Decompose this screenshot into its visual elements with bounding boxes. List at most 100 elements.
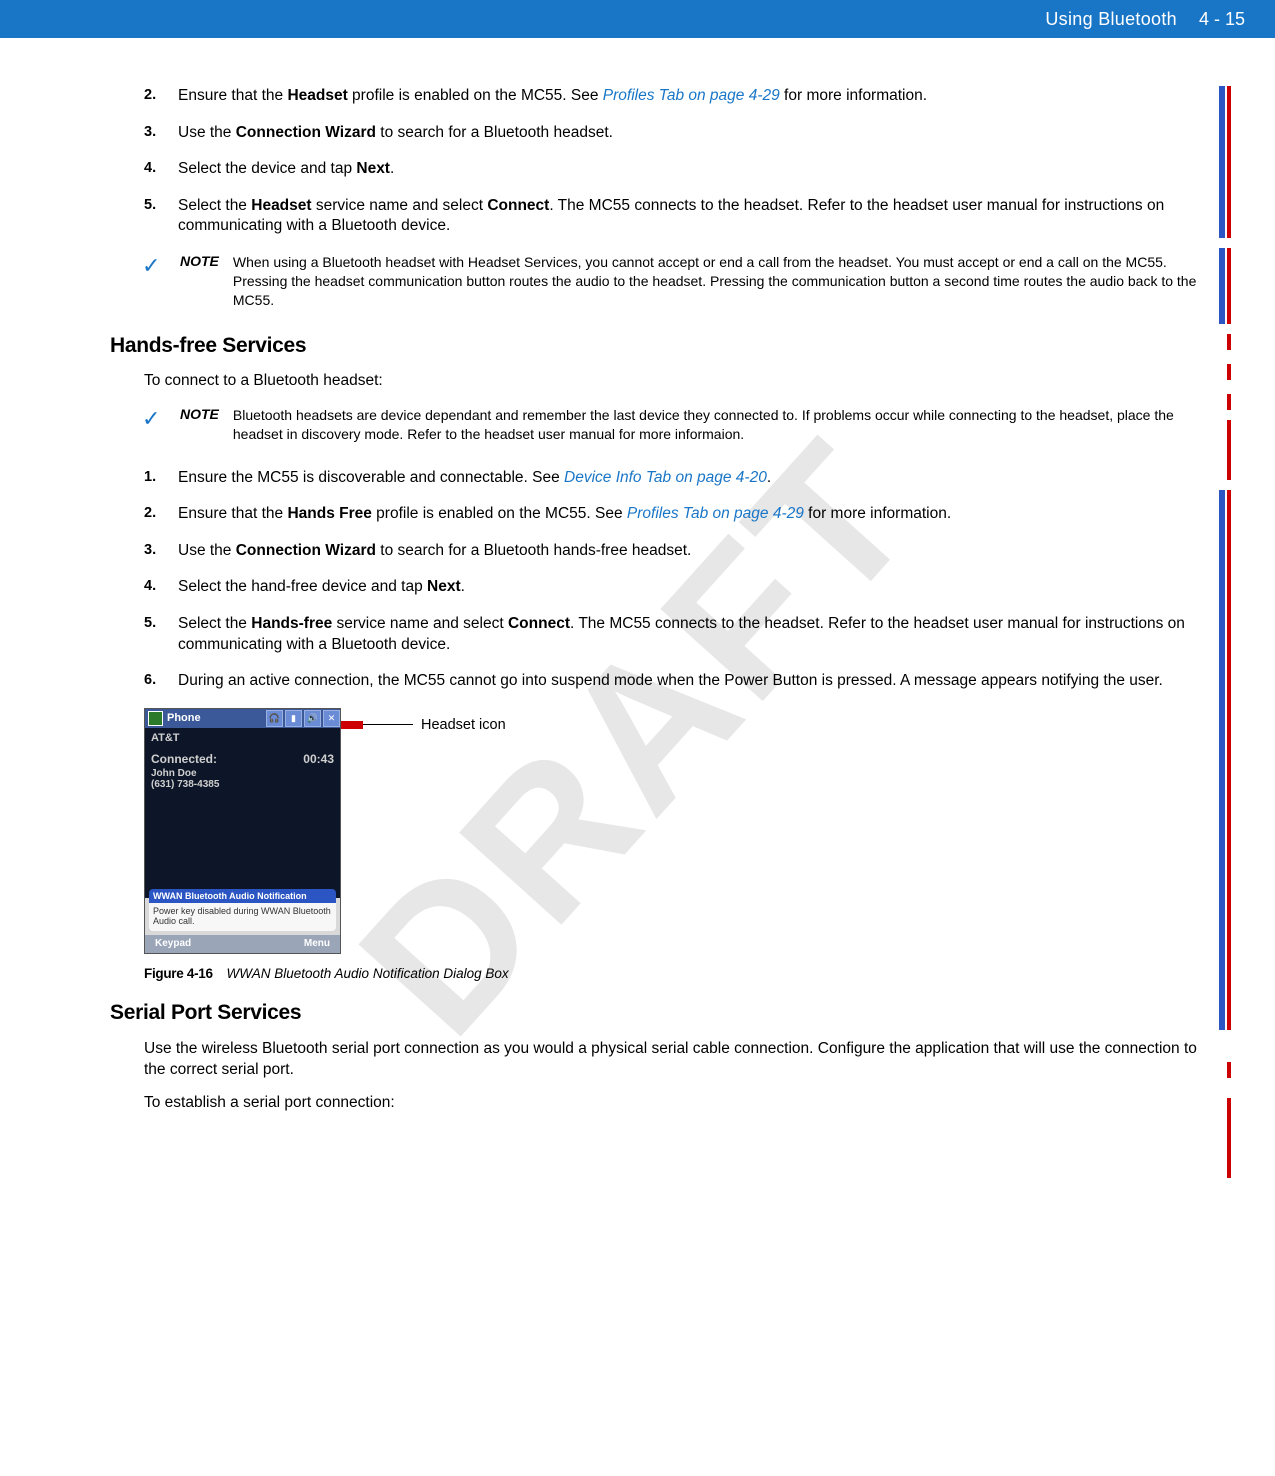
cross-reference-link[interactable]: Device Info Tab on page 4-20 <box>564 469 767 486</box>
step-number: 2. <box>144 86 178 107</box>
windows-icon <box>148 711 163 726</box>
step-body: Ensure the MC55 is discoverable and conn… <box>178 468 1213 489</box>
volume-icon: 🔊 <box>304 710 321 727</box>
notification-popup: WWAN Bluetooth Audio Notification Power … <box>149 889 336 931</box>
revision-bar <box>1227 248 1231 324</box>
revision-bar <box>1219 248 1225 324</box>
step-item: 4.Select the hand-free device and tap Ne… <box>144 577 1213 598</box>
caller-name: John Doe <box>151 768 334 779</box>
check-icon: ✓ <box>142 253 180 310</box>
signal-icon: ▮ <box>285 710 302 727</box>
cross-reference-link[interactable]: Profiles Tab on page 4-29 <box>627 505 804 522</box>
text-run: Select the hand-free device and tap <box>178 578 427 595</box>
figure-title: WWAN Bluetooth Audio Notification Dialog… <box>227 966 509 981</box>
text-run: During an active connection, the MC55 ca… <box>178 672 1163 689</box>
revision-bar <box>1227 420 1231 480</box>
step-number: 3. <box>144 541 178 562</box>
revision-bar <box>1227 394 1231 410</box>
intro-text: To connect to a Bluetooth headset: <box>144 372 1213 390</box>
text-run: service name and select <box>332 615 508 632</box>
bold-text: Headset <box>287 87 347 104</box>
bold-text: Next <box>427 578 461 595</box>
step-number: 5. <box>144 614 178 655</box>
revision-bar <box>1227 334 1231 350</box>
step-number: 3. <box>144 123 178 144</box>
text-run: profile is enabled on the MC55. See <box>348 87 603 104</box>
text-run: Ensure the MC55 is discoverable and conn… <box>178 469 564 486</box>
figure-caption: Figure 4-16 WWAN Bluetooth Audio Notific… <box>144 966 1213 981</box>
text-run: . <box>767 469 771 486</box>
step-body: Select the hand-free device and tap Next… <box>178 577 1213 598</box>
step-item: 4.Select the device and tap Next. <box>144 159 1213 180</box>
bold-text: Connection Wizard <box>236 124 376 141</box>
revision-bar <box>1219 490 1225 1030</box>
step-number: 6. <box>144 671 178 692</box>
step-body: Select the Headset service name and sele… <box>178 196 1213 237</box>
paragraph: To establish a serial port connection: <box>144 1093 1213 1114</box>
step-body: Select the device and tap Next. <box>178 159 1213 180</box>
step-number: 5. <box>144 196 178 237</box>
text-run: to search for a Bluetooth headset. <box>376 124 613 141</box>
screenshot-titlebar: Phone 🎧 ▮ 🔊 ✕ <box>145 709 340 728</box>
bold-text: Connect <box>487 197 549 214</box>
headset-icon: 🎧 <box>266 710 283 727</box>
text-run: Select the <box>178 197 251 214</box>
check-icon: ✓ <box>142 406 180 444</box>
step-body: Use the Connection Wizard to search for … <box>178 123 1213 144</box>
step-number: 1. <box>144 468 178 489</box>
note-label: NOTE <box>180 253 219 310</box>
screenshot-body: AT&T Connected: 00:43 John Doe (631) 738… <box>145 728 340 898</box>
revision-bar <box>1227 86 1231 238</box>
bold-text: Hands-free <box>251 615 332 632</box>
revision-bar <box>1227 1062 1231 1078</box>
close-icon: ✕ <box>323 710 340 727</box>
notification-header: WWAN Bluetooth Audio Notification <box>149 889 336 903</box>
text-run: Use the <box>178 124 236 141</box>
figure-callout: Headset icon <box>341 717 506 733</box>
steps-list-hands-free: 1.Ensure the MC55 is discoverable and co… <box>144 468 1213 692</box>
revision-bar <box>1227 1098 1231 1178</box>
note-block: ✓ NOTE Bluetooth headsets are device dep… <box>142 406 1213 444</box>
step-item: 2.Ensure that the Hands Free profile is … <box>144 504 1213 525</box>
text-run: Ensure that the <box>178 87 287 104</box>
bold-text: Connection Wizard <box>236 542 376 559</box>
call-timer: 00:43 <box>303 752 334 766</box>
step-item: 3.Use the Connection Wizard to search fo… <box>144 541 1213 562</box>
note-text: Bluetooth headsets are device dependant … <box>233 406 1213 444</box>
device-screenshot: Phone 🎧 ▮ 🔊 ✕ AT&T Connected: 00:43 <box>144 708 341 954</box>
cross-reference-link[interactable]: Profiles Tab on page 4-29 <box>603 87 780 104</box>
step-body: Use the Connection Wizard to search for … <box>178 541 1213 562</box>
caller-phone: (631) 738-4385 <box>151 779 334 790</box>
step-item: 5.Select the Headset service name and se… <box>144 196 1213 237</box>
step-number: 2. <box>144 504 178 525</box>
step-number: 4. <box>144 577 178 598</box>
text-run: Select the device and tap <box>178 160 356 177</box>
text-run: . <box>461 578 465 595</box>
note-label: NOTE <box>180 406 219 444</box>
figure-area: Phone 🎧 ▮ 🔊 ✕ AT&T Connected: 00:43 <box>144 708 1213 981</box>
figure-number: Figure 4-16 <box>144 966 213 981</box>
step-body: Select the Hands-free service name and s… <box>178 614 1213 655</box>
page-number: 4 - 15 <box>1199 9 1245 30</box>
step-item: 1.Ensure the MC55 is discoverable and co… <box>144 468 1213 489</box>
revision-bar <box>1227 364 1231 380</box>
text-run: Ensure that the <box>178 505 287 522</box>
callout-bar <box>341 721 363 729</box>
text-run: service name and select <box>312 197 488 214</box>
note-text: When using a Bluetooth headset with Head… <box>233 253 1213 310</box>
bold-text: Headset <box>251 197 311 214</box>
page-header: Using Bluetooth 4 - 15 <box>0 0 1275 38</box>
text-run: . <box>390 160 394 177</box>
callout-label: Headset icon <box>421 717 506 733</box>
screenshot-menubar: Keypad Menu <box>145 935 340 953</box>
revision-bar <box>1219 86 1225 238</box>
heading-hands-free-services: Hands-free Services <box>110 334 1213 358</box>
chapter-title: Using Bluetooth <box>1045 9 1177 30</box>
step-body: Ensure that the Hands Free profile is en… <box>178 504 1213 525</box>
softkey-right: Menu <box>304 938 330 949</box>
text-run: Select the <box>178 615 251 632</box>
bold-text: Hands Free <box>287 505 371 522</box>
screenshot-title: Phone <box>167 712 266 724</box>
step-body: Ensure that the Headset profile is enabl… <box>178 86 1213 107</box>
carrier-label: AT&T <box>151 732 334 744</box>
